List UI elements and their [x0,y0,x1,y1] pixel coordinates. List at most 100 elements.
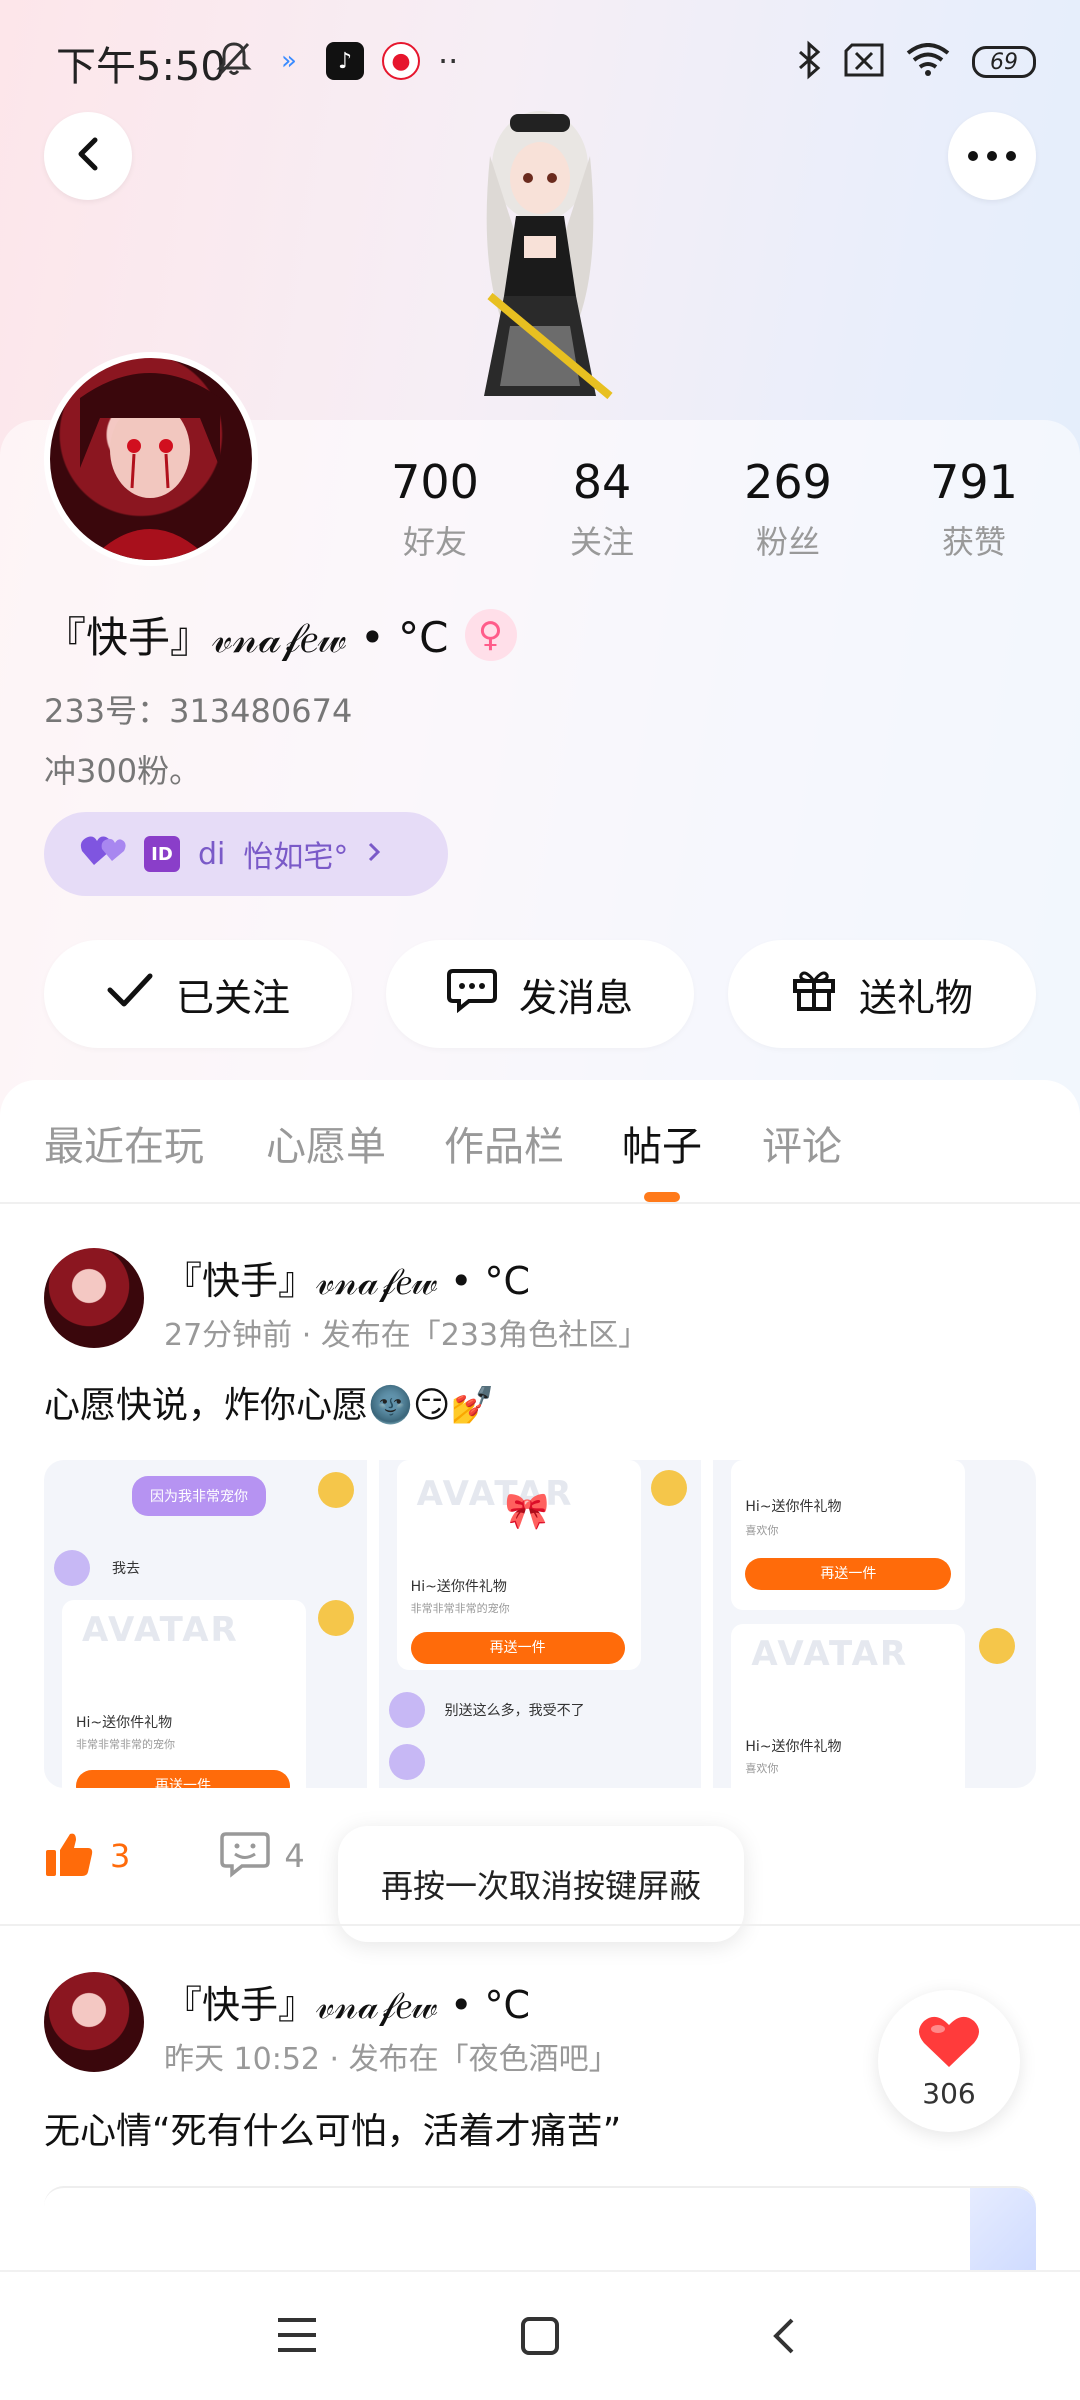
send-gift-button[interactable]: 送礼物 [728,940,1036,1048]
gift-card-sub: 喜欢你 [745,1762,779,1775]
post-image[interactable]: 因为我非常宠你 我去 AVATAR Hi~送你件礼物 非常非常非常的宠你 再送一… [44,1460,367,1788]
gift-card-sub: 喜欢你 [745,1524,779,1537]
send-gift-label: 送礼物 [858,975,973,1020]
weibo-icon: ● [382,42,420,80]
avatar-character-figure [420,96,660,426]
profile-actions: 已关注 发消息 送礼物 [44,940,1036,1048]
meta-dot: · [301,1318,321,1353]
mute-bell-icon [216,40,252,82]
stat-likes: 791 获赞 [894,455,1054,563]
profile-avatar[interactable] [44,352,258,566]
badge-name: 怡如宅° [243,840,349,875]
relationship-badge[interactable]: ID di 怡如宅° [44,812,448,896]
image-preview-strip [970,2188,1036,2272]
post-image[interactable]: Hi~送你件礼物 喜欢你 再送一件 AVATAR Hi~送你件礼物 喜欢你 [713,1460,1036,1788]
send-message-button[interactable]: 发消息 [386,940,694,1048]
comment-icon[interactable] [220,1830,271,1882]
system-nav-bar [0,2270,1080,2400]
stat-friends[interactable]: 700 好友 [355,455,515,563]
gift-card: AVATAR Hi~送你件礼物 喜欢你 [731,1624,966,1788]
post-author-avatar[interactable] [44,1972,144,2072]
post-text: 无心情“死有什么可怕，活着才痛苦” [44,2111,622,2152]
gift-card-button: 再送一件 [745,1558,952,1590]
meta-dot: · [329,2042,349,2077]
tab-wishlist[interactable]: 心愿单 [266,1114,386,1172]
post-author-name[interactable]: 『快手』𝓋𝓃𝒶𝒻𝑒𝓌 • °C [164,1974,530,2029]
check-icon [106,972,154,1017]
post-image[interactable]: AVATAR 🎀 Hi~送你件礼物 非常非常非常的宠你 再送一件 别送这么多，我… [378,1460,702,1788]
stat-value: 791 [930,455,1018,509]
stat-value: 700 [391,455,479,509]
heart-pair-icon [80,833,126,875]
send-message-label: 发消息 [518,975,633,1020]
profile-uid[interactable]: 233号：313480674 [44,686,352,732]
status-notification-icons: » ♪ ● ·· [216,40,458,82]
gift-card-title: Hi~送你件礼物 [76,1715,173,1731]
tab-recently-played[interactable]: 最近在玩 [44,1114,204,1172]
thumbs-up-icon[interactable] [44,1830,94,1882]
profile-name: 『快手』𝓋𝓃𝒶𝒻𝑒𝓌 • °C [44,613,449,662]
comment-count: 4 [284,1837,305,1875]
floating-like-count: 306 [922,2076,976,2110]
stat-label: 粉丝 [755,523,820,561]
status-right-icons: 69 [796,40,1036,84]
chat-reply: 别送这么多，我受不了 [444,1703,585,1719]
chevron-right-icon [366,837,382,872]
gift-card-title: Hi~送你件礼物 [410,1579,507,1595]
post-meta: 昨天 10:52 · 发布在「夜色酒吧」 [164,2034,619,2078]
female-gender-icon: ♀ [464,608,517,661]
floating-like-button[interactable]: 306 [878,1990,1020,2132]
stat-label: 获赞 [941,523,1006,561]
tab-comments[interactable]: 评论 [762,1114,842,1172]
gift-card-button: 再送一件 [410,1632,625,1664]
post-image-grid: 因为我非常宠你 我去 AVATAR Hi~送你件礼物 非常非常非常的宠你 再送一… [44,1460,1036,1788]
post-meta: 27分钟前 · 发布在「233角色社区」 [164,1310,648,1354]
chat-bubble: 因为我非常宠你 [132,1476,266,1516]
app-notify-icon: » [281,46,297,76]
chat-avatar [388,1744,425,1780]
gift-card-button: 再送一件 [76,1770,290,1788]
chat-avatar [318,1472,354,1508]
post-location: 发布在「夜色酒吧」 [348,2042,619,2077]
gift-card-sub: 非常非常非常的宠你 [410,1602,510,1615]
stat-following[interactable]: 84 关注 [522,455,682,563]
stat-value: 269 [744,455,832,509]
post-location: 发布在「233角色社区」 [320,1318,649,1353]
profile-tabs: 最近在玩 心愿单 作品栏 帖子 评论 [0,1080,1080,1204]
followed-button[interactable]: 已关注 [44,940,352,1048]
chat-reply: 我去 [112,1561,140,1577]
post-divider [0,1924,1080,1926]
message-bubble-icon [446,967,497,1022]
post-author-avatar[interactable] [44,1248,144,1348]
chat-avatar [979,1628,1016,1664]
more-button[interactable] [948,112,1036,200]
menu-icon[interactable] [276,2316,318,2358]
post-time: 昨天 10:52 [164,2042,320,2077]
bluetooth-icon [796,40,822,84]
no-sim-icon [844,43,884,81]
gift-card: AVATAR 🎀 Hi~送你件礼物 非常非常非常的宠你 再送一件 [396,1460,641,1670]
active-tab-indicator [644,1192,680,1202]
badge-prefix: di [198,836,226,872]
watermark-text: AVATAR [82,1610,239,1650]
post-text: 心愿快说，炸你心愿🌚😏💅 [44,1385,496,1426]
stat-label: 好友 [402,523,467,561]
stat-fans[interactable]: 269 粉丝 [708,455,868,563]
stat-value: 84 [572,455,632,509]
post-author-name[interactable]: 『快手』𝓋𝓃𝒶𝒻𝑒𝓌 • °C [164,1250,530,1305]
post-engagement: 3 4 [44,1830,305,1882]
tab-posts[interactable]: 帖子 [622,1114,702,1172]
post-image[interactable] [44,2186,1036,2272]
tiktok-icon: ♪ [326,42,364,80]
watermark-text: AVATAR [416,1474,574,1514]
back-nav-icon[interactable] [770,2316,796,2360]
bow-icon: 🎀 [504,1491,550,1532]
more-notifications-icon: ·· [438,42,459,80]
gift-card: AVATAR Hi~送你件礼物 非常非常非常的宠你 再送一件 [62,1600,306,1788]
back-button[interactable] [44,112,132,200]
profile-name-row: 『快手』𝓋𝓃𝒶𝒻𝑒𝓌 • °C ♀ [44,604,517,665]
stat-label: 关注 [569,523,634,561]
home-icon[interactable] [520,2316,560,2360]
tab-works[interactable]: 作品栏 [444,1114,564,1172]
watermark-text: AVATAR [751,1634,909,1674]
